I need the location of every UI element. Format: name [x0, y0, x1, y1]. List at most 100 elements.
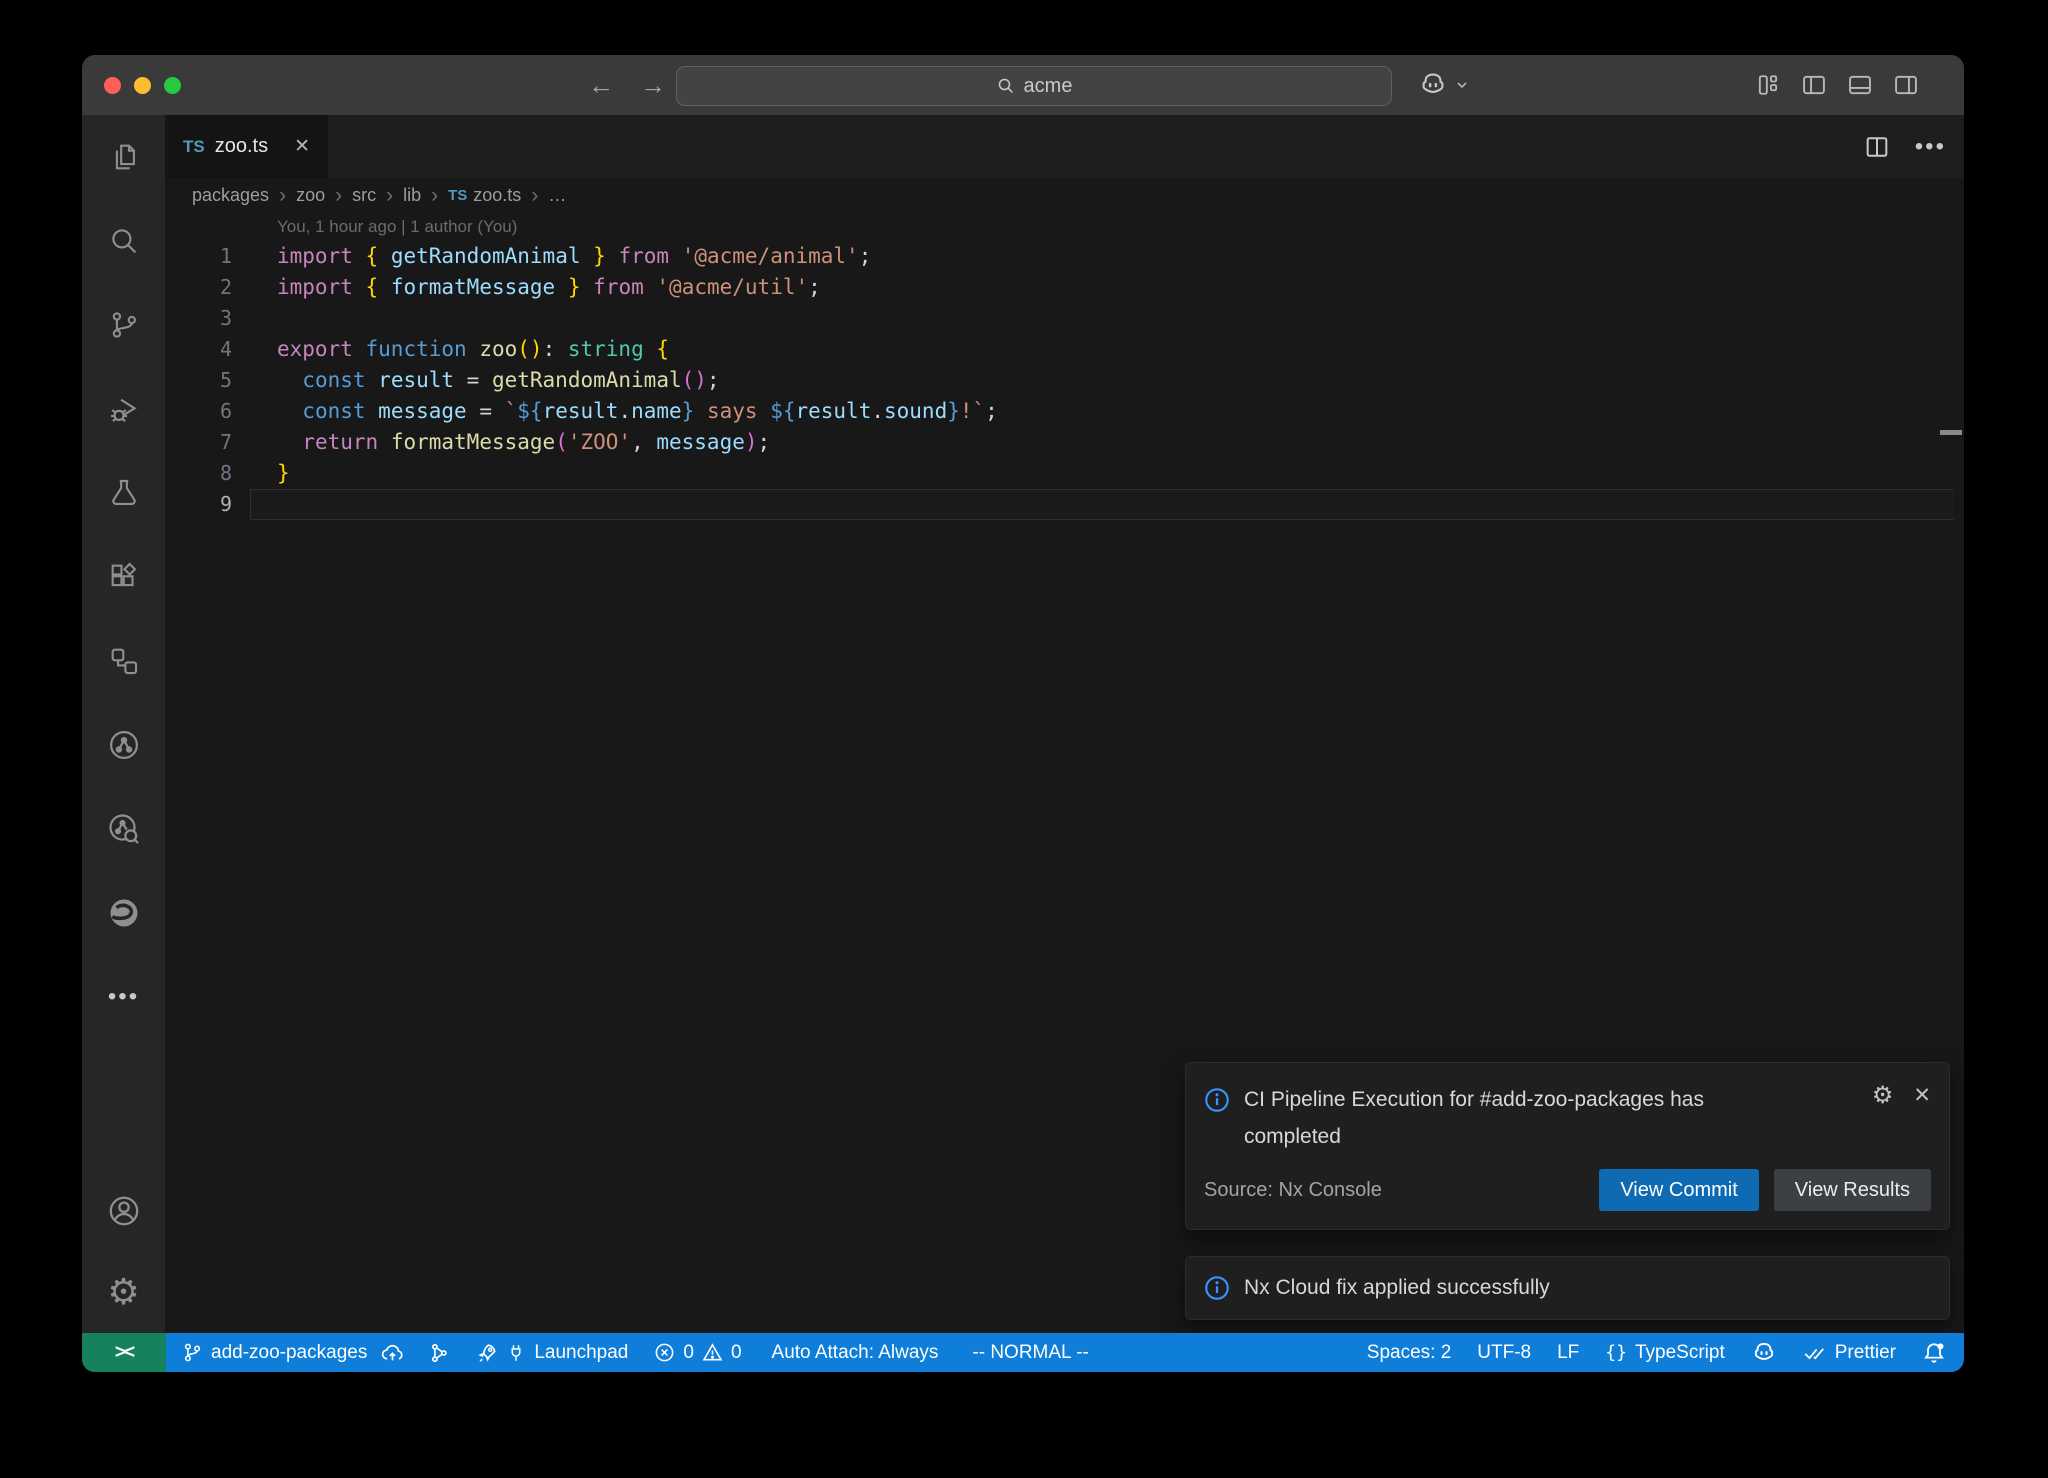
- code-line[interactable]: 5 const result = getRandomAnimal();: [165, 365, 1964, 396]
- activitybar-item-edge-browser[interactable]: [82, 871, 165, 955]
- search-value: acme: [1024, 75, 1073, 98]
- code-line[interactable]: 1import { getRandomAnimal } from '@acme/…: [165, 241, 1964, 272]
- explorer-icon: [107, 140, 141, 174]
- info-icon: [1204, 1275, 1230, 1301]
- run-debug-icon: [107, 392, 141, 426]
- activitybar-item-explorer[interactable]: [82, 115, 165, 199]
- titlebar: ← → acme: [82, 55, 1964, 115]
- breadcrumb-item-lib[interactable]: lib: [403, 185, 421, 206]
- breadcrumb-item-src[interactable]: src: [352, 185, 376, 206]
- activitybar-item-source-control[interactable]: [82, 283, 165, 367]
- language-item[interactable]: {} TypeScript: [1605, 1342, 1724, 1364]
- indentation-item[interactable]: Spaces: 2: [1367, 1342, 1452, 1364]
- problems-item[interactable]: 0 0: [654, 1342, 741, 1364]
- code-line[interactable]: 4export function zoo(): string {: [165, 334, 1964, 365]
- code-lines: 1import { getRandomAnimal } from '@acme/…: [165, 241, 1964, 520]
- code-line[interactable]: 3: [165, 303, 1964, 334]
- notification-settings-icon[interactable]: ⚙: [1872, 1083, 1894, 1107]
- tab-zoo-ts[interactable]: TS zoo.ts ✕: [165, 115, 328, 178]
- bell-icon: [1922, 1341, 1946, 1365]
- notification-nx-cloud-fix: Nx Cloud fix applied successfully: [1185, 1256, 1950, 1320]
- split-editor-icon[interactable]: [1863, 133, 1891, 161]
- breadcrumb-item-packages[interactable]: packages: [192, 185, 269, 206]
- double-check-icon: [1803, 1341, 1827, 1365]
- activitybar-item-search[interactable]: [82, 199, 165, 283]
- info-icon: [1204, 1081, 1230, 1155]
- encoding-item[interactable]: UTF-8: [1477, 1342, 1531, 1364]
- launchpad-label: Launchpad: [534, 1342, 628, 1364]
- activitybar-item-nx-console[interactable]: [82, 703, 165, 787]
- traffic-lights: [104, 55, 181, 115]
- zoom-window-button[interactable]: [164, 77, 181, 94]
- customize-layout-icon[interactable]: [1754, 71, 1782, 99]
- auto-attach-label: Auto Attach: Always: [772, 1342, 939, 1364]
- remote-indicator[interactable]: ><: [82, 1333, 166, 1372]
- nx-graph-icon: [428, 1342, 450, 1364]
- gitlens-blame: You, 1 hour ago | 1 author (You): [165, 212, 1964, 241]
- line-number: 7: [165, 427, 232, 458]
- activitybar-item-settings[interactable]: ⚙: [82, 1253, 165, 1333]
- breadcrumb-separator-icon: ›: [431, 185, 438, 206]
- activitybar-item-nx-cloud[interactable]: [82, 787, 165, 871]
- formatter-item[interactable]: Prettier: [1803, 1341, 1896, 1365]
- notification-source: Source: Nx Console: [1204, 1179, 1382, 1202]
- activitybar-item-extensions[interactable]: [82, 535, 165, 619]
- copilot-menu[interactable]: [1418, 55, 1470, 115]
- git-branch-icon: [182, 1342, 203, 1363]
- copilot-status-item[interactable]: [1751, 1340, 1777, 1366]
- vscode-window: ← → acme: [82, 55, 1964, 1372]
- branch-item[interactable]: add-zoo-packages: [182, 1341, 404, 1364]
- code-line[interactable]: 7 return formatMessage('ZOO', message);: [165, 427, 1964, 458]
- activitybar-item-run-and-debug[interactable]: [82, 367, 165, 451]
- activity-bar: ••• ⚙: [82, 115, 165, 1333]
- code-line[interactable]: 8}: [165, 458, 1964, 489]
- line-number: 4: [165, 334, 232, 365]
- forward-button[interactable]: →: [640, 70, 666, 101]
- eol-item[interactable]: LF: [1557, 1342, 1579, 1364]
- breadcrumb-item-zoo-ts[interactable]: TSzoo.ts: [448, 185, 521, 206]
- ts-file-icon: TS: [183, 137, 205, 157]
- notifications: CI Pipeline Execution for #add-zoo-packa…: [1185, 1062, 1950, 1320]
- close-window-button[interactable]: [104, 77, 121, 94]
- more-actions-icon[interactable]: •••: [1915, 133, 1946, 161]
- copilot-icon: [1751, 1340, 1777, 1366]
- view-commit-button[interactable]: View Commit: [1599, 1169, 1758, 1211]
- auto-attach-item[interactable]: Auto Attach: Always: [772, 1342, 939, 1364]
- breadcrumb-item-zoo[interactable]: zoo: [296, 185, 325, 206]
- vim-mode-item[interactable]: -- NORMAL --: [972, 1342, 1088, 1364]
- toggle-primary-sidebar-icon[interactable]: [1800, 71, 1828, 99]
- code-line[interactable]: 6 const message = `${result.name} says $…: [165, 396, 1964, 427]
- close-tab-icon[interactable]: ✕: [294, 135, 310, 158]
- breadcrumb-item--[interactable]: …: [548, 185, 566, 206]
- rocket-icon: [476, 1342, 498, 1364]
- breadcrumb-separator-icon: ›: [279, 185, 286, 206]
- search-icon: [996, 76, 1016, 96]
- code-line[interactable]: 9: [165, 489, 1964, 520]
- copilot-icon: [1418, 70, 1448, 100]
- activitybar-item-testing[interactable]: [82, 451, 165, 535]
- notifications-bell-item[interactable]: [1922, 1341, 1946, 1365]
- back-button[interactable]: ←: [588, 70, 614, 101]
- toggle-panel-icon[interactable]: [1846, 71, 1874, 99]
- braces-icon: {}: [1605, 1342, 1627, 1363]
- line-number: 1: [165, 241, 232, 272]
- gear-icon: ⚙: [107, 1275, 139, 1311]
- nx-graph-item[interactable]: [428, 1342, 450, 1364]
- activitybar-item-project-graph[interactable]: [82, 619, 165, 703]
- code-line[interactable]: 2import { formatMessage } from '@acme/ut…: [165, 272, 1964, 303]
- ts-file-icon: TS: [448, 187, 467, 204]
- minimize-window-button[interactable]: [134, 77, 151, 94]
- launchpad-item[interactable]: Launchpad: [476, 1342, 628, 1364]
- errors-icon: [654, 1342, 675, 1363]
- errors-count: 0: [683, 1342, 694, 1364]
- toggle-secondary-sidebar-icon[interactable]: [1892, 71, 1920, 99]
- close-notification-icon[interactable]: ✕: [1913, 1083, 1931, 1108]
- view-results-button[interactable]: View Results: [1774, 1169, 1931, 1211]
- search-icon: [107, 224, 141, 258]
- command-center-search[interactable]: acme: [676, 66, 1392, 106]
- publish-cloud-icon: [381, 1341, 404, 1364]
- activitybar-item-accounts[interactable]: [82, 1169, 165, 1253]
- warnings-count: 0: [731, 1342, 742, 1364]
- activitybar-item-more[interactable]: •••: [82, 955, 165, 1039]
- source-control-icon: [107, 308, 141, 342]
